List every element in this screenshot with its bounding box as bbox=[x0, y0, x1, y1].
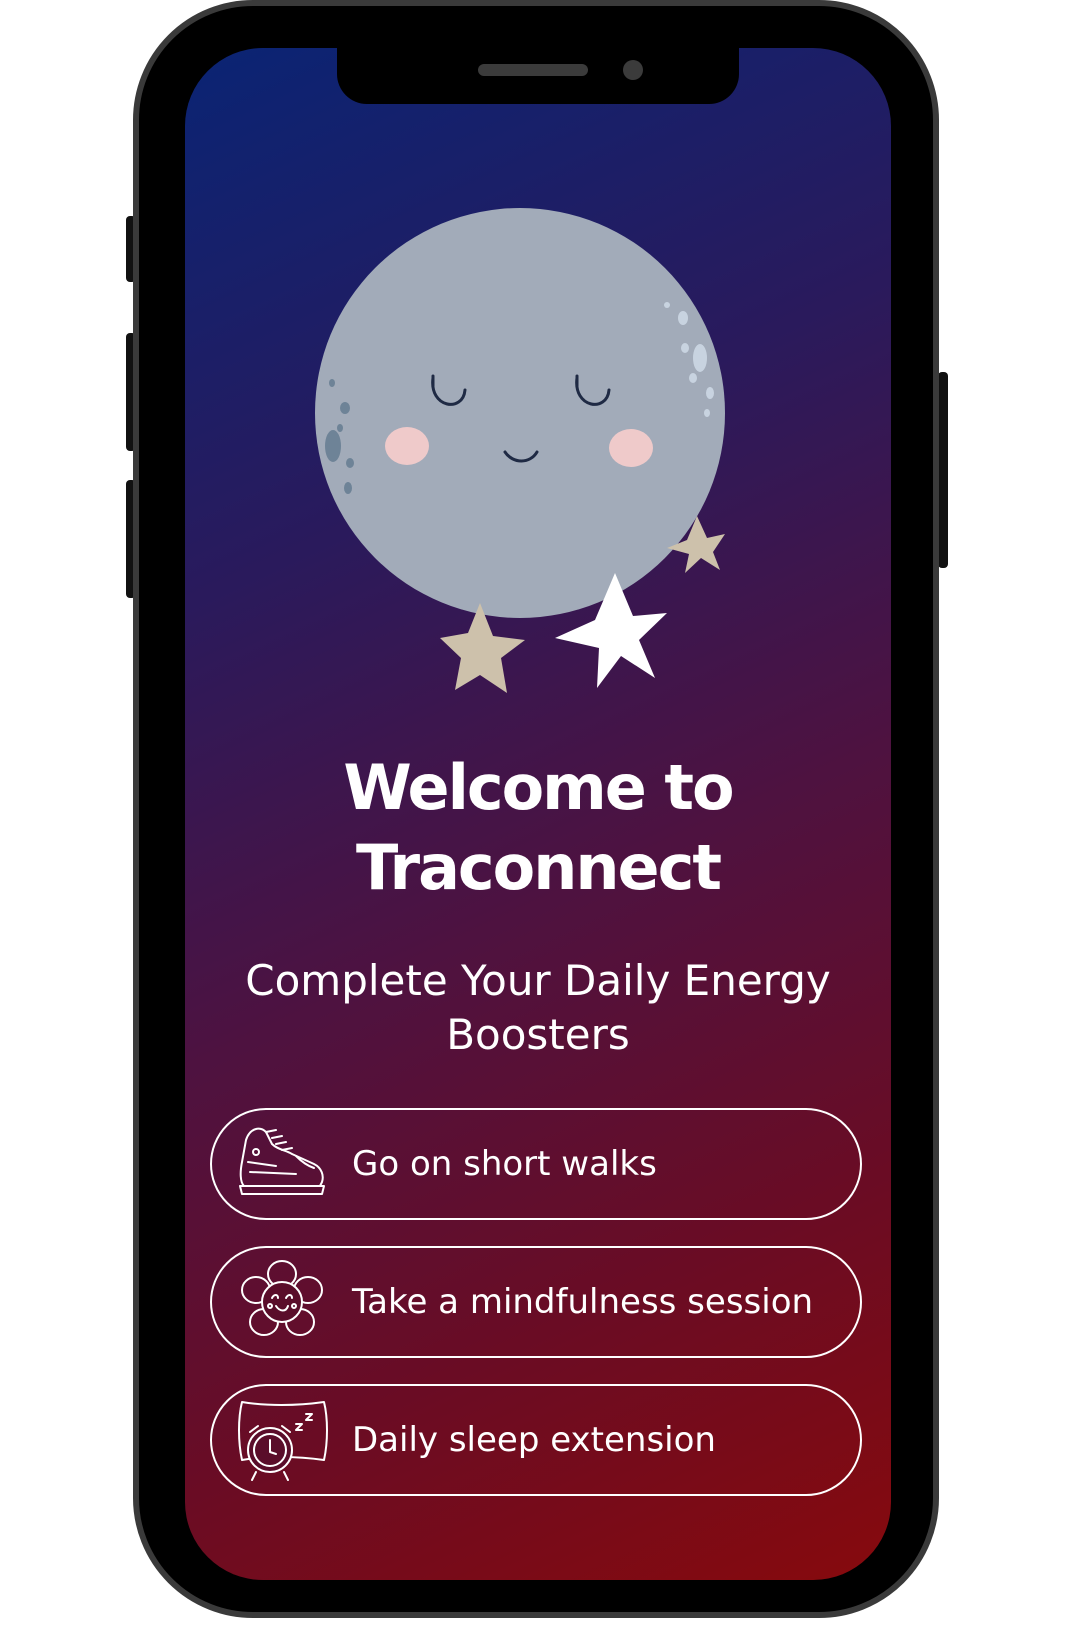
title-line-1: Welcome to bbox=[343, 751, 734, 824]
power-button bbox=[938, 372, 948, 568]
alarm-clock-pillow-icon bbox=[238, 1401, 328, 1481]
sleeping-moon-with-stars-icon bbox=[315, 208, 725, 693]
title-line-2: Traconnect bbox=[356, 831, 722, 904]
app-screen: Welcome to Traconnect Complete Your Dail… bbox=[185, 48, 891, 1580]
booster-label: Daily sleep extension bbox=[352, 1420, 716, 1460]
smiling-flower-icon bbox=[241, 1260, 323, 1336]
booster-list: Go on short walks Take a mindfulness ses… bbox=[210, 1108, 866, 1522]
speaker-grille bbox=[478, 64, 588, 76]
booster-label: Take a mindfulness session bbox=[352, 1282, 814, 1322]
booster-label: Go on short walks bbox=[352, 1144, 657, 1184]
device-mockup: Welcome to Traconnect Complete Your Dail… bbox=[0, 0, 1076, 1628]
front-camera bbox=[623, 60, 643, 80]
sneaker-icon bbox=[239, 1127, 325, 1195]
booster-short-walks-button[interactable]: Go on short walks bbox=[210, 1108, 862, 1220]
welcome-title: Welcome to Traconnect bbox=[185, 748, 891, 908]
notch bbox=[337, 48, 739, 104]
booster-mindfulness-button[interactable]: Take a mindfulness session bbox=[210, 1246, 862, 1358]
booster-sleep-extension-button[interactable]: Daily sleep extension bbox=[210, 1384, 862, 1496]
subtitle: Complete Your Daily Energy Boosters bbox=[245, 956, 831, 1059]
